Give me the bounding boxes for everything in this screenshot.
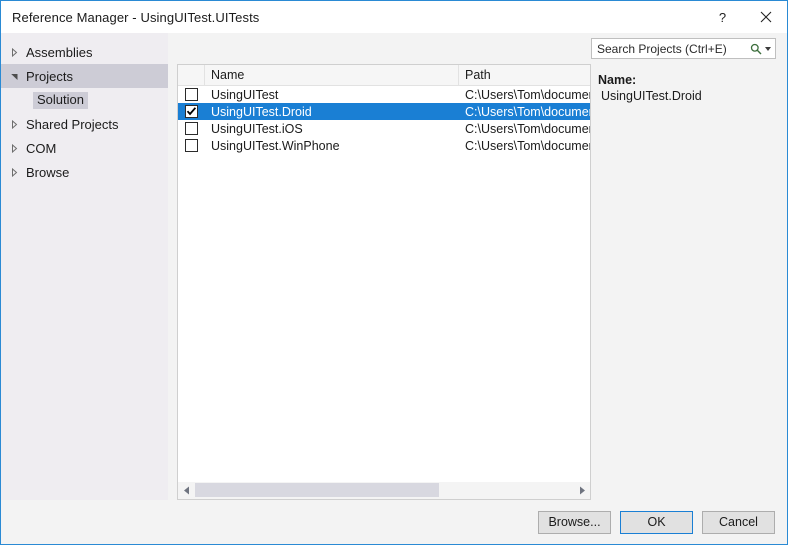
chevron-right-icon[interactable] bbox=[10, 47, 26, 57]
list-rows: UsingUITest C:\Users\Tom\document UsingU… bbox=[178, 86, 590, 481]
row-path: C:\Users\Tom\document bbox=[465, 104, 590, 119]
column-header-checkbox bbox=[178, 65, 205, 85]
chevron-down-icon[interactable] bbox=[765, 46, 771, 51]
detail-name-value: UsingUITest.Droid bbox=[601, 89, 702, 103]
row-path: C:\Users\Tom\document bbox=[465, 87, 590, 102]
panes: Name Path UsingUITest C:\Users\Tom\docum… bbox=[168, 64, 787, 500]
search-input[interactable] bbox=[597, 41, 748, 56]
ok-button[interactable]: OK bbox=[620, 510, 693, 534]
sidebar-item-assemblies[interactable]: Assemblies bbox=[1, 40, 168, 64]
scroll-left-button[interactable] bbox=[178, 482, 195, 499]
row-checkbox[interactable] bbox=[178, 139, 205, 152]
dialog-body: Assemblies Projects Solution Shared Proj… bbox=[1, 33, 787, 500]
triangle-left-icon bbox=[183, 486, 189, 495]
search-icon[interactable] bbox=[750, 43, 762, 55]
detail-pane: Name: UsingUITest.Droid bbox=[591, 64, 787, 500]
detail-name-label: Name: bbox=[598, 73, 637, 87]
row-checkbox[interactable] bbox=[178, 122, 205, 135]
sidebar-item-projects[interactable]: Projects bbox=[1, 64, 168, 88]
sidebar-item-label: Assemblies bbox=[26, 44, 93, 60]
title-bar: Reference Manager - UsingUITest.UITests … bbox=[1, 1, 787, 33]
sidebar-item-com[interactable]: COM bbox=[1, 136, 168, 160]
table-row[interactable]: UsingUITest.WinPhone C:\Users\Tom\docume… bbox=[178, 137, 590, 154]
table-row[interactable]: UsingUITest.Droid C:\Users\Tom\document bbox=[178, 103, 590, 120]
category-tree: Assemblies Projects Solution Shared Proj… bbox=[1, 33, 168, 500]
column-header-path[interactable]: Path bbox=[459, 65, 590, 85]
chevron-down-icon[interactable] bbox=[10, 72, 26, 81]
close-icon bbox=[760, 11, 771, 23]
sidebar-subitem-label: Solution bbox=[33, 91, 88, 109]
column-header-name[interactable]: Name bbox=[205, 65, 459, 85]
question-mark-icon: ? bbox=[718, 9, 727, 25]
sidebar-item-solution[interactable]: Solution bbox=[1, 88, 168, 112]
scrollbar-thumb[interactable] bbox=[195, 483, 439, 497]
sidebar-item-label: Browse bbox=[26, 164, 70, 180]
row-path: C:\Users\Tom\document bbox=[465, 121, 590, 136]
checkbox-unchecked-icon[interactable] bbox=[185, 139, 198, 152]
help-button[interactable]: ? bbox=[701, 1, 744, 33]
project-list-panel: Name Path UsingUITest C:\Users\Tom\docum… bbox=[177, 64, 591, 500]
splitter[interactable] bbox=[168, 64, 177, 500]
row-name: UsingUITest.iOS bbox=[211, 121, 303, 136]
row-name: UsingUITest.WinPhone bbox=[211, 138, 340, 153]
search-box[interactable] bbox=[591, 38, 776, 59]
sidebar-item-label: Shared Projects bbox=[26, 116, 119, 132]
row-checkbox[interactable] bbox=[178, 88, 205, 101]
window-controls: ? bbox=[701, 1, 787, 33]
dialog-footer: Browse... OK Cancel bbox=[1, 500, 787, 544]
scrollbar-track[interactable] bbox=[195, 482, 573, 499]
sidebar-item-label: COM bbox=[26, 140, 57, 156]
scroll-right-button[interactable] bbox=[573, 482, 590, 499]
sidebar-item-shared-projects[interactable]: Shared Projects bbox=[1, 112, 168, 136]
horizontal-scrollbar[interactable] bbox=[178, 481, 590, 499]
row-name: UsingUITest.Droid bbox=[211, 104, 312, 119]
triangle-right-icon bbox=[579, 486, 585, 495]
checkbox-checked-icon[interactable] bbox=[185, 105, 198, 118]
cancel-button[interactable]: Cancel bbox=[702, 510, 775, 534]
window-title: Reference Manager - UsingUITest.UITests bbox=[12, 9, 260, 25]
checkbox-unchecked-icon[interactable] bbox=[185, 122, 198, 135]
sidebar-item-label: Projects bbox=[26, 68, 73, 84]
chevron-right-icon[interactable] bbox=[10, 143, 26, 153]
list-header: Name Path bbox=[178, 65, 590, 86]
search-row bbox=[168, 33, 787, 64]
main-area: Name Path UsingUITest C:\Users\Tom\docum… bbox=[168, 33, 787, 500]
chevron-right-icon[interactable] bbox=[10, 167, 26, 177]
row-checkbox[interactable] bbox=[178, 105, 205, 118]
row-path: C:\Users\Tom\document bbox=[465, 138, 590, 153]
chevron-right-icon[interactable] bbox=[10, 119, 26, 129]
close-button[interactable] bbox=[744, 1, 787, 33]
row-name: UsingUITest bbox=[211, 87, 279, 102]
browse-button[interactable]: Browse... bbox=[538, 510, 611, 534]
table-row[interactable]: UsingUITest.iOS C:\Users\Tom\document bbox=[178, 120, 590, 137]
search-controls[interactable] bbox=[748, 43, 771, 55]
sidebar-item-browse[interactable]: Browse bbox=[1, 160, 168, 184]
checkbox-unchecked-icon[interactable] bbox=[185, 88, 198, 101]
table-row[interactable]: UsingUITest C:\Users\Tom\document bbox=[178, 86, 590, 103]
check-icon bbox=[186, 107, 197, 116]
reference-manager-dialog: Reference Manager - UsingUITest.UITests … bbox=[0, 0, 788, 545]
